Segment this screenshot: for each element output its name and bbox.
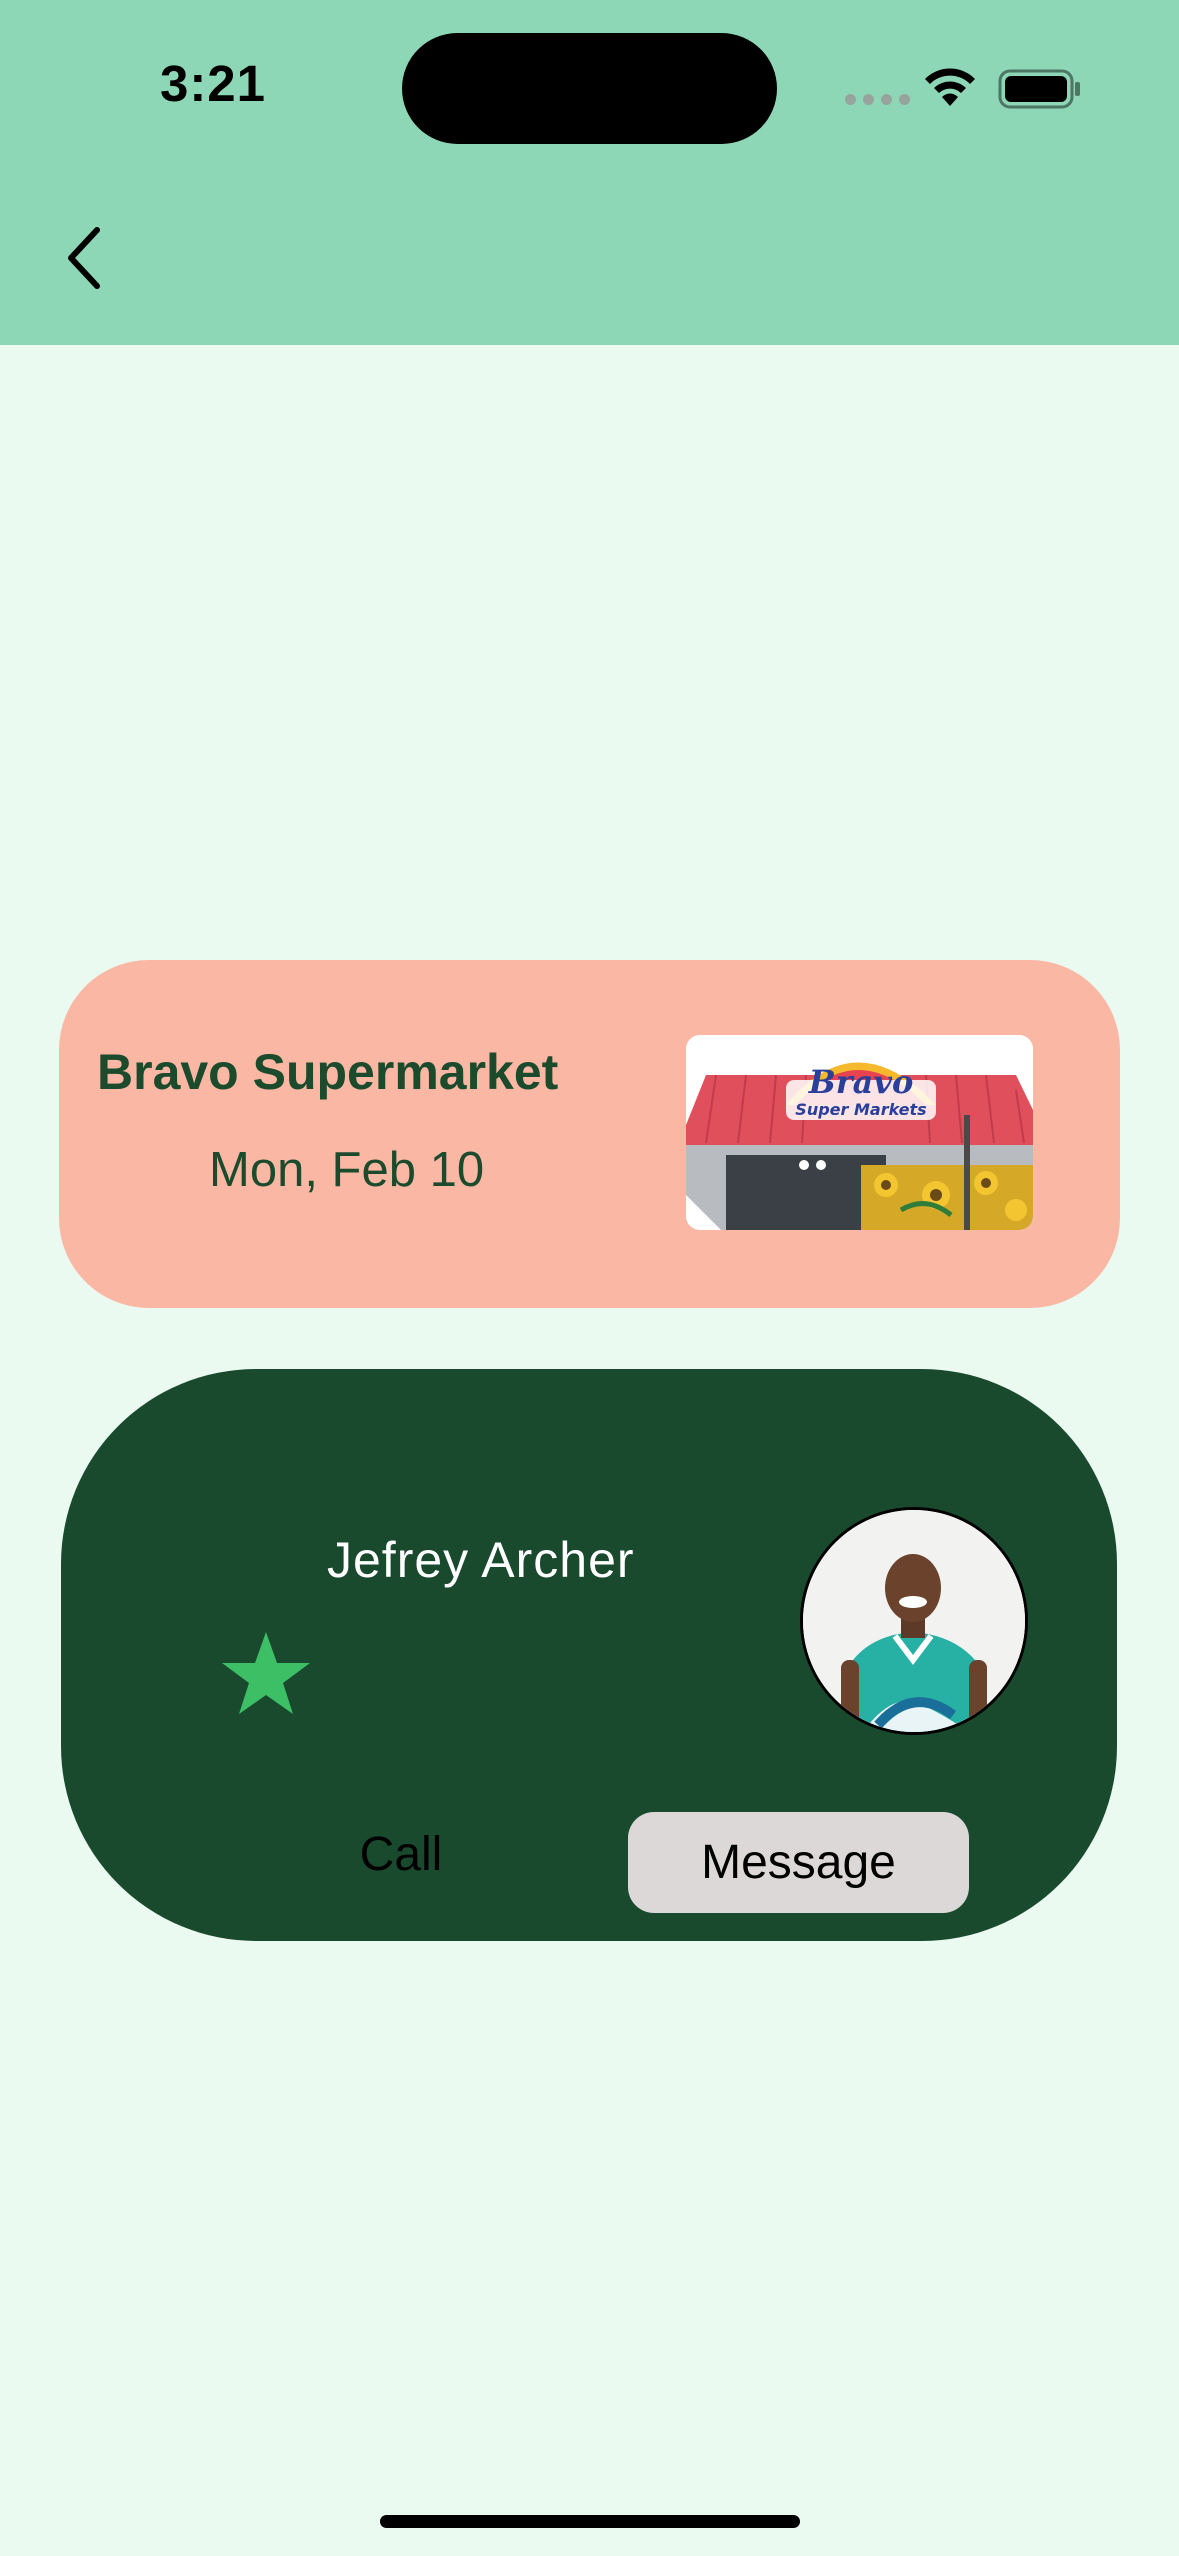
message-button[interactable]: Message: [628, 1812, 969, 1913]
cellular-signal-icon: [845, 94, 910, 105]
header-bar: 3:21: [0, 0, 1179, 345]
store-card[interactable]: Bravo Supermarket Mon, Feb 10 Bravo Supe…: [59, 960, 1120, 1308]
avatar: [800, 1507, 1028, 1735]
store-date: Mon, Feb 10: [209, 1143, 485, 1197]
svg-text:Bravo: Bravo: [808, 1063, 914, 1101]
chevron-left-icon: [68, 227, 100, 289]
contact-card: Jefrey Archer Call Message: [61, 1369, 1117, 1941]
home-indicator[interactable]: [380, 2515, 800, 2528]
call-button[interactable]: Call: [301, 1809, 501, 1899]
back-button[interactable]: [50, 218, 120, 298]
battery-icon: [998, 69, 1080, 109]
svg-text:Super Markets: Super Markets: [795, 1100, 926, 1119]
contact-name: Jefrey Archer: [327, 1532, 635, 1588]
status-time: 3:21: [159, 55, 267, 112]
star-icon[interactable]: [221, 1630, 311, 1716]
dynamic-island: [402, 33, 777, 144]
store-name: Bravo Supermarket: [97, 1044, 559, 1100]
wifi-icon: [925, 68, 975, 106]
store-photo: Bravo Super Markets: [686, 1035, 1033, 1230]
